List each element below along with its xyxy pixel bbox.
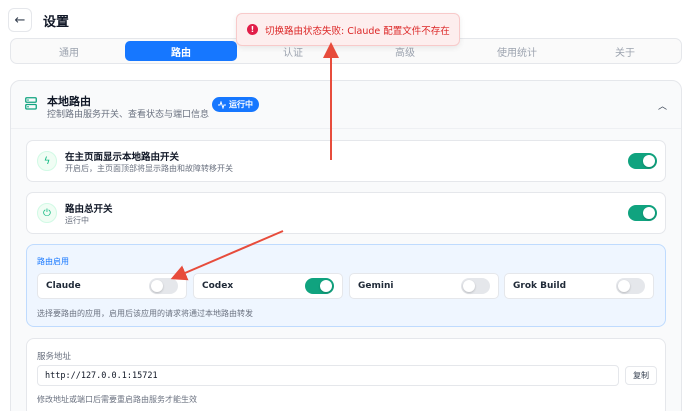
show-home-switch-title: 在主页面显示本地路由开关 (65, 152, 180, 163)
show-home-switch-row: ϟ 在主页面显示本地路由开关 开启后，主页面顶部将显示路由和故障转移开关 (26, 140, 666, 182)
server-icon (25, 97, 37, 110)
error-icon: ! (247, 24, 258, 35)
tab-general[interactable]: 通用 (13, 41, 125, 61)
lightning-icon: ϟ (37, 151, 57, 171)
local-routing-subtitle: 控制路由服务开关、查看状态与端口信息 (47, 110, 210, 120)
master-switch-title: 路由总开关 (65, 204, 113, 215)
status-badge-label: 运行中 (229, 100, 253, 109)
app-item-claude: Claude (37, 273, 187, 299)
error-toast-text: 切换路由状态失败: Claude 配置文件不存在 (265, 25, 450, 37)
app-item-grok-build: Grok Build (504, 273, 654, 299)
error-toast: ! 切换路由状态失败: Claude 配置文件不存在 (236, 13, 460, 46)
power-icon: ⏻ (37, 203, 57, 223)
show-home-switch-toggle[interactable] (628, 153, 657, 169)
tab-routing[interactable]: 路由 (125, 41, 237, 61)
activity-icon (218, 100, 226, 109)
routing-apps-hint: 选择要路由的应用，启用后该应用的请求将通过本地路由转发 (37, 309, 253, 318)
app-item-gemini: Gemini (349, 273, 499, 299)
master-switch-subtitle: 运行中 (65, 216, 89, 225)
arrow-left-icon: ← (14, 12, 26, 28)
back-button[interactable]: ← (8, 8, 32, 32)
app-name: Codex (202, 281, 234, 291)
routing-apps-label: 路由启用 (37, 257, 69, 266)
tab-about[interactable]: 关于 (569, 41, 681, 61)
master-switch-toggle[interactable] (628, 205, 657, 221)
copy-button[interactable]: 复制 (625, 366, 657, 385)
page-title: 设置 (43, 15, 70, 30)
app-item-codex: Codex (193, 273, 343, 299)
app-name: Grok Build (513, 281, 567, 291)
service-address-hint: 修改地址或端口后需要重启路由服务才能生效 (37, 395, 197, 404)
app-name: Gemini (358, 281, 394, 291)
service-address-input[interactable]: http://127.0.0.1:15721 (37, 365, 619, 386)
service-address-section: 服务地址 http://127.0.0.1:15721 复制 修改地址或端口后需… (26, 338, 666, 411)
master-switch-row: ⏻ 路由总开关 运行中 (26, 192, 666, 234)
app-toggle-codex[interactable] (305, 278, 334, 294)
routing-apps-section: 路由启用 Claude Codex Gemini Grok Build 选择要路… (26, 244, 666, 327)
service-address-label: 服务地址 (37, 352, 72, 362)
local-routing-header[interactable]: 本地路由 控制路由服务开关、查看状态与端口信息 运行中 ︿ (11, 81, 681, 129)
chevron-up-icon[interactable]: ︿ (658, 99, 667, 112)
app-toggle-grok-build[interactable] (616, 278, 645, 294)
status-badge: 运行中 (212, 97, 259, 112)
local-routing-card: 本地路由 控制路由服务开关、查看状态与端口信息 运行中 ︿ ϟ 在主页面显示本地… (10, 80, 682, 411)
show-home-switch-subtitle: 开启后，主页面顶部将显示路由和故障转移开关 (65, 164, 233, 173)
tab-usage-stats[interactable]: 使用统计 (461, 41, 573, 61)
app-toggle-gemini[interactable] (461, 278, 490, 294)
app-name: Claude (46, 281, 81, 291)
app-toggle-claude[interactable] (149, 278, 178, 294)
